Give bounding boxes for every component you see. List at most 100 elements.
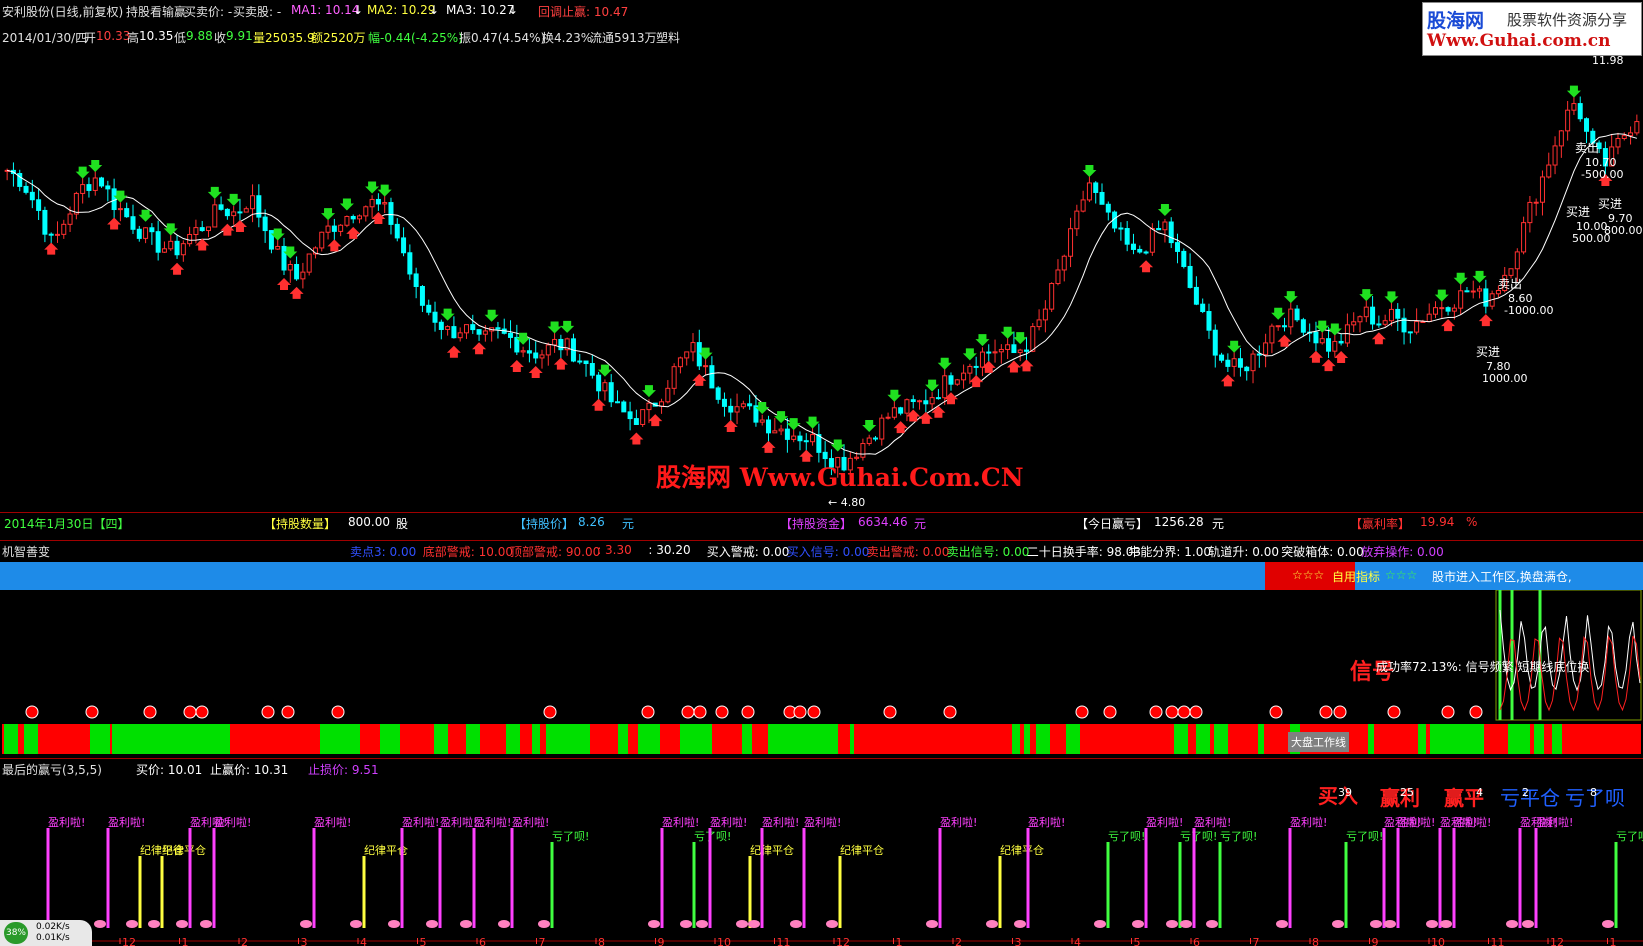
candle-body bbox=[451, 326, 457, 339]
candle-body bbox=[998, 348, 1004, 353]
sell-arrow-icon bbox=[1227, 340, 1242, 353]
axis-month-label: 8 bbox=[598, 936, 605, 946]
candle-body bbox=[1093, 182, 1099, 193]
candle-body bbox=[382, 202, 388, 205]
trade-result-label: 纪律平仓 bbox=[162, 843, 206, 857]
trade-result-panel[interactable]: 盈利啦! 盈利啦!纪律平仓纪律平仓盈利啦!盈利啦! 盈利啦!纪律平仓盈利啦! 盈利啦!… bbox=[0, 778, 1643, 946]
signal-ball-icon bbox=[1469, 705, 1483, 719]
lip-icon bbox=[826, 920, 838, 928]
signal-ball-icon bbox=[1387, 705, 1401, 719]
jizhi-item: 放弃操作: 0.00 bbox=[1361, 545, 1444, 559]
candle-body bbox=[979, 351, 985, 368]
trade-result-label: 盈利啦! bbox=[1194, 815, 1231, 829]
candle-body bbox=[1621, 135, 1627, 139]
axis-month-label: 1 bbox=[182, 936, 189, 946]
candle-body bbox=[80, 184, 86, 194]
trade-result-label: 盈利啦! bbox=[662, 815, 699, 829]
candle-body bbox=[1508, 268, 1514, 276]
candle-body bbox=[1187, 265, 1193, 288]
lip-icon bbox=[1332, 920, 1344, 928]
candle-body bbox=[910, 399, 916, 402]
buysell-price: 买卖价: - bbox=[184, 5, 233, 19]
signal-panel[interactable] bbox=[0, 590, 1643, 760]
change-value: 幅-0.44(-4.25%) bbox=[368, 31, 463, 45]
signal-ball-icon bbox=[1319, 705, 1333, 719]
candle-body bbox=[810, 434, 816, 443]
candle-body bbox=[111, 188, 117, 211]
signal-ball-icon bbox=[261, 705, 275, 719]
close-label: 收 bbox=[214, 31, 227, 45]
candle-body bbox=[1080, 199, 1086, 212]
signal-ball-icon bbox=[641, 705, 655, 719]
quote-info-bar: 2014/01/30/四 开 10.33 高 10.35 低 9.88 收 9.… bbox=[0, 26, 1643, 46]
jizhi-title[interactable]: 机智善变 bbox=[2, 543, 50, 560]
signal-ball-icon bbox=[807, 705, 821, 719]
trade-result-label: 盈利啦! bbox=[1398, 815, 1435, 829]
candle-body bbox=[275, 245, 281, 250]
trend-bar-green bbox=[380, 724, 400, 754]
lip-icon bbox=[986, 920, 998, 928]
lip-icon bbox=[1206, 920, 1218, 928]
candle-body bbox=[1433, 307, 1438, 315]
jizhi-indicator-row: 机智善变 卖点3: 0.00 底部警戒: 10.00 顶部警戒: 90.00: 3.… bbox=[0, 542, 1643, 560]
candle-body bbox=[287, 263, 293, 271]
main-kline-chart[interactable]: 11.98← 4.80卖出10.70-500.00买进9.70800.00买进1… bbox=[0, 48, 1643, 512]
lip-icon bbox=[148, 920, 160, 928]
candle-body bbox=[231, 211, 237, 217]
candle-body bbox=[432, 311, 438, 323]
trade-label: 卖出 bbox=[1575, 141, 1599, 155]
candle-body bbox=[482, 330, 488, 335]
watermark-text: 股海网 Www.Guhai.Com.CN bbox=[656, 463, 1024, 492]
candle-body bbox=[1193, 286, 1199, 305]
signal-ball-icon bbox=[715, 705, 729, 719]
buy-arrow-icon bbox=[472, 342, 487, 355]
signal-ball-icon bbox=[693, 705, 707, 719]
network-speed-widget[interactable]: 38% 0.02K/s 0.01K/s bbox=[0, 920, 92, 946]
buy-arrow-icon bbox=[107, 217, 122, 230]
trade-result-label: 亏了呗! bbox=[1346, 830, 1383, 843]
candle-body bbox=[583, 360, 589, 365]
sell-arrow-icon bbox=[805, 416, 820, 429]
lip-icon bbox=[94, 920, 106, 928]
candle-body bbox=[67, 213, 73, 225]
trend-bar-green bbox=[1258, 724, 1264, 754]
sell-arrow-icon bbox=[377, 184, 392, 197]
candle-body bbox=[734, 406, 740, 413]
logo-text-sub: 股票软件资源分享 bbox=[1507, 11, 1628, 29]
candle-body bbox=[1584, 118, 1590, 132]
candle-body bbox=[759, 419, 765, 423]
jizhi-item: 买入警戒: 0.00 bbox=[706, 545, 790, 559]
trade-result-label: 亏了呗! bbox=[1180, 830, 1217, 843]
candle-body bbox=[124, 208, 130, 218]
candle-body bbox=[495, 327, 501, 330]
axis-month-label: 2 bbox=[241, 936, 248, 946]
signal-white-line bbox=[1499, 609, 1641, 692]
sell-arrow-icon bbox=[1453, 272, 1468, 285]
indicator-name[interactable]: 持股看输赢 bbox=[126, 3, 186, 20]
signal-ball-icon bbox=[1269, 705, 1283, 719]
candle-body bbox=[1250, 353, 1256, 372]
pnl-indicator-title[interactable]: 最后的赢亏(3,5,5) bbox=[2, 761, 102, 778]
candle-body bbox=[470, 324, 476, 331]
trade-result-label: 盈利啦! bbox=[314, 815, 351, 829]
axis-month-label: 4 bbox=[360, 936, 367, 946]
candle-body bbox=[715, 387, 721, 400]
axis-month-label: 5 bbox=[1134, 936, 1141, 946]
lip-icon bbox=[926, 920, 938, 928]
lip-icon bbox=[696, 920, 708, 928]
lip-icon bbox=[1132, 920, 1144, 928]
sell-arrow-icon bbox=[88, 159, 103, 172]
candle-body bbox=[174, 240, 180, 256]
candle-body bbox=[344, 215, 350, 226]
candle-body bbox=[1395, 308, 1401, 319]
trend-bar-green bbox=[1534, 724, 1544, 754]
candle-body bbox=[703, 365, 709, 368]
candle-body bbox=[86, 184, 92, 191]
stop-win-price: 止赢价: 10.31 bbox=[210, 763, 289, 777]
candle-body bbox=[426, 304, 432, 313]
trend-bar-green bbox=[1552, 724, 1562, 754]
signal-ball-icon bbox=[1075, 705, 1089, 719]
trade-result-label: 盈利啦! bbox=[1028, 815, 1065, 829]
candle-body bbox=[1118, 227, 1124, 230]
candle-body bbox=[1036, 319, 1042, 328]
